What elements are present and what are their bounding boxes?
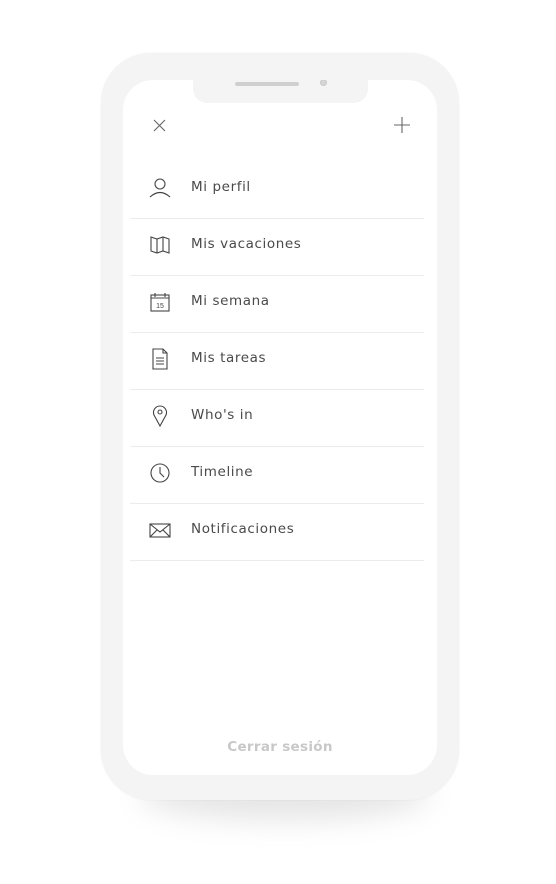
- location-pin-icon: [152, 405, 168, 427]
- notch: [193, 80, 368, 103]
- envelope-icon: [149, 523, 171, 538]
- menu-item-label: Notificaciones: [191, 521, 295, 537]
- speaker: [235, 82, 299, 86]
- menu-item-label: Mis tareas: [191, 350, 267, 366]
- camera: [320, 80, 327, 86]
- menu-item-label: Mi semana: [191, 293, 270, 309]
- close-button[interactable]: [150, 116, 170, 136]
- menu-item-notificaciones[interactable]: Notificaciones: [130, 504, 424, 561]
- menu-item-label: Mis vacaciones: [191, 236, 302, 252]
- clock-icon: [150, 463, 170, 483]
- menu-item-label: Mi perfil: [191, 179, 251, 195]
- menu-item-mi-perfil[interactable]: Mi perfil: [130, 162, 424, 219]
- plus-icon: [394, 117, 410, 133]
- document-icon: [152, 348, 168, 370]
- menu-item-label: Timeline: [191, 464, 254, 480]
- menu-item-mis-vacaciones[interactable]: Mis vacaciones: [130, 219, 424, 276]
- user-icon: [149, 178, 171, 198]
- menu-item-whos-in[interactable]: Who's in: [130, 390, 424, 447]
- map-icon: [150, 236, 170, 254]
- menu-item-mi-semana[interactable]: 15 Mi semana: [130, 276, 424, 333]
- side-menu: Mi perfil Mis vacaciones 15 Mi semana Mi…: [130, 162, 424, 561]
- svg-text:15: 15: [156, 303, 164, 310]
- logout-button[interactable]: Cerrar sesión: [123, 739, 437, 755]
- phone-screen: Mi perfil Mis vacaciones 15 Mi semana Mi…: [123, 80, 437, 775]
- menu-item-timeline[interactable]: Timeline: [130, 447, 424, 504]
- close-icon: [153, 119, 166, 132]
- phone-frame: Mi perfil Mis vacaciones 15 Mi semana Mi…: [101, 53, 459, 800]
- add-button[interactable]: [392, 115, 412, 135]
- menu-item-label: Who's in: [191, 407, 254, 423]
- calendar-icon: 15: [150, 293, 170, 312]
- menu-item-mis-tareas[interactable]: Mis tareas: [130, 333, 424, 390]
